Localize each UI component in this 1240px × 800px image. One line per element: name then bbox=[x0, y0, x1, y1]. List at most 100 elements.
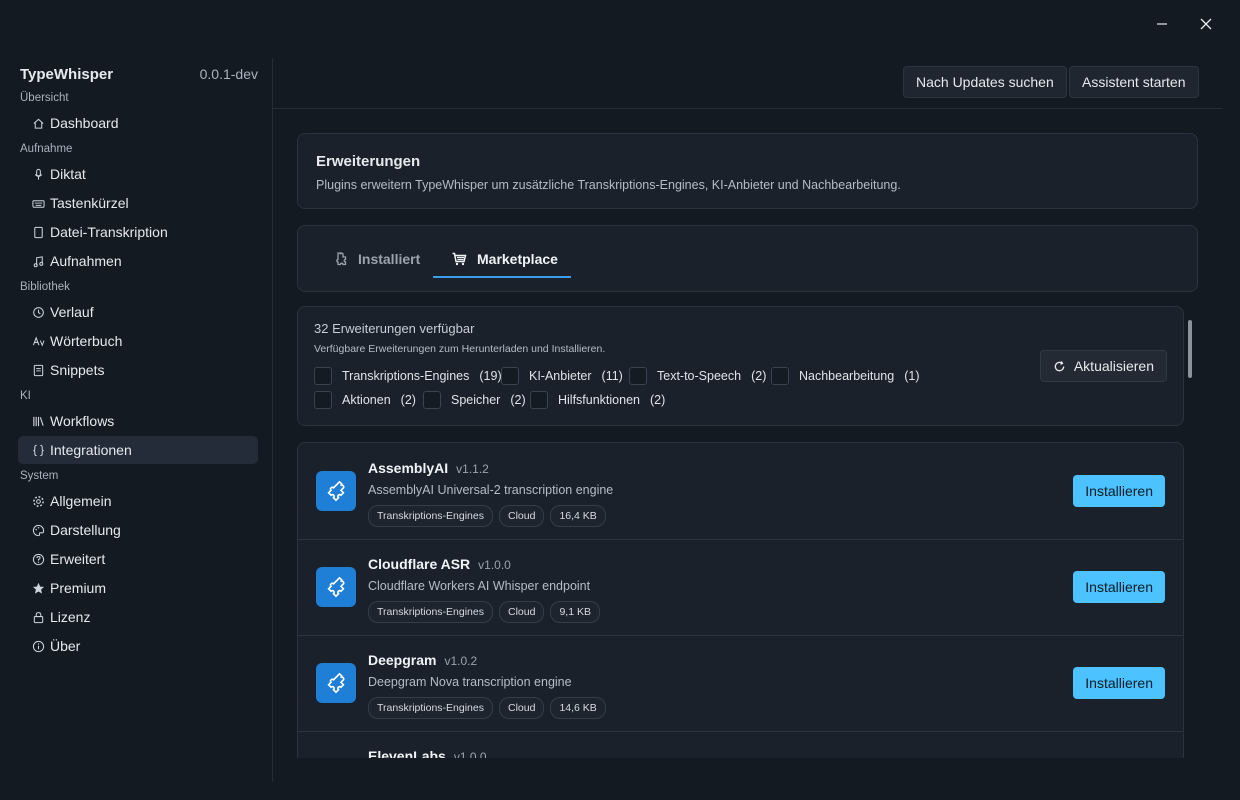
window-controls bbox=[1142, 10, 1226, 38]
plugin-name-text: ElevenLabs bbox=[368, 748, 446, 758]
sidebar-item-appearance[interactable]: Darstellung bbox=[18, 516, 258, 544]
help-circle-icon bbox=[28, 553, 48, 566]
checkbox[interactable] bbox=[314, 391, 332, 409]
tag-badge: 16,4 KB bbox=[550, 505, 606, 527]
keyboard-icon bbox=[28, 197, 48, 210]
sidebar-item-workflows[interactable]: Workflows bbox=[18, 407, 258, 435]
sidebar-item-label: Erweitert bbox=[50, 551, 106, 567]
sidebar-item-history[interactable]: Verlauf bbox=[18, 298, 258, 326]
sidebar-item-file-transcription[interactable]: Datei-Transkription bbox=[18, 218, 258, 246]
sidebar-item-label: Datei-Transkription bbox=[50, 224, 168, 240]
tab-label: Installiert bbox=[358, 251, 421, 267]
sidebar-item-label: Aufnahmen bbox=[50, 253, 122, 269]
tab-installed[interactable]: Installiert bbox=[332, 233, 420, 285]
app-version: 0.0.1-dev bbox=[199, 66, 258, 82]
sidebar-item-recordings[interactable]: Aufnahmen bbox=[18, 247, 258, 275]
sidebar-item-premium[interactable]: Premium bbox=[18, 574, 258, 602]
palette-icon bbox=[28, 524, 48, 537]
sidebar: TypeWhisper 0.0.1-dev Übersicht Dashboar… bbox=[0, 58, 273, 782]
filter-count: (2) bbox=[510, 393, 526, 407]
sidebar-item-snippets[interactable]: Snippets bbox=[18, 356, 258, 384]
plugin-tags: Transkriptions-Engines Cloud 14,6 KB bbox=[368, 697, 606, 719]
top-bar: Nach Updates suchen Assistent starten bbox=[273, 58, 1222, 109]
filter-count: (2) bbox=[650, 393, 666, 407]
tag-badge: 9,1 KB bbox=[550, 601, 600, 623]
plugin-name: ElevenLabs v1.0.0 bbox=[368, 748, 487, 758]
filter-utilities[interactable]: Hilfsfunktionen (2) bbox=[530, 391, 665, 409]
filter-label: Transkriptions-Engines bbox=[342, 369, 470, 383]
filter-text-to-speech[interactable]: Text-to-Speech (2) bbox=[629, 367, 766, 385]
start-assistant-button[interactable]: Assistent starten bbox=[1069, 66, 1199, 98]
tag-badge: Cloud bbox=[499, 601, 545, 623]
checkbox[interactable] bbox=[530, 391, 548, 409]
plugin-name: AssemblyAI v1.1.2 bbox=[368, 460, 489, 476]
checkbox[interactable] bbox=[501, 367, 519, 385]
sidebar-item-label: Diktat bbox=[50, 166, 86, 182]
filter-label: Hilfsfunktionen bbox=[558, 393, 640, 407]
plugin-version: v1.0.0 bbox=[478, 558, 511, 572]
checkbox[interactable] bbox=[629, 367, 647, 385]
plugin-name: Cloudflare ASR v1.0.0 bbox=[368, 556, 511, 572]
sidebar-item-label: Über bbox=[50, 638, 81, 654]
sidebar-item-label: Integrationen bbox=[50, 442, 132, 458]
sidebar-item-label: Darstellung bbox=[50, 522, 121, 538]
sidebar-item-label: Premium bbox=[50, 580, 107, 596]
checkbox[interactable] bbox=[771, 367, 789, 385]
filter-ai-providers[interactable]: KI-Anbieter (11) bbox=[501, 367, 623, 385]
sidebar-item-license[interactable]: Lizenz bbox=[18, 603, 258, 631]
cart-icon bbox=[452, 252, 467, 266]
tag-badge: Transkriptions-Engines bbox=[368, 505, 493, 527]
filter-actions[interactable]: Aktionen (2) bbox=[314, 391, 416, 409]
minimize-button[interactable] bbox=[1142, 10, 1182, 38]
list-item: Cloudflare ASR v1.0.0 Cloudflare Workers … bbox=[298, 539, 1183, 636]
checkbox[interactable] bbox=[314, 367, 332, 385]
list-item: Deepgram v1.0.2 Deepgram Nova transcripti… bbox=[298, 635, 1183, 732]
sidebar-item-advanced[interactable]: Erweitert bbox=[18, 545, 258, 573]
sidebar-item-dictation[interactable]: Diktat bbox=[18, 160, 258, 188]
filter-storage[interactable]: Speicher (2) bbox=[423, 391, 526, 409]
nav-group-ai: KI bbox=[20, 390, 31, 402]
sidebar-item-general[interactable]: Allgemein bbox=[18, 487, 258, 515]
filter-card: 32 Erweiterungen verfügbar Verfügbare Er… bbox=[297, 306, 1184, 426]
sidebar-item-shortcuts[interactable]: Tastenkürzel bbox=[18, 189, 258, 217]
checkbox[interactable] bbox=[423, 391, 441, 409]
install-button[interactable]: Installieren bbox=[1073, 475, 1165, 507]
sidebar-item-integrations[interactable]: Integrationen bbox=[18, 436, 258, 464]
plugin-list: AssemblyAI v1.1.2 AssemblyAI Universal-2 … bbox=[297, 442, 1184, 758]
plugin-version: v1.1.2 bbox=[456, 462, 489, 476]
minimize-icon bbox=[1157, 23, 1167, 25]
tab-label: Marketplace bbox=[477, 251, 558, 267]
tag-badge: Cloud bbox=[499, 505, 545, 527]
sidebar-item-label: Verlauf bbox=[50, 304, 94, 320]
plugin-description: AssemblyAI Universal-2 transcription eng… bbox=[368, 483, 614, 497]
dictionary-icon bbox=[28, 335, 48, 348]
filter-post-processing[interactable]: Nachbearbeitung (1) bbox=[771, 367, 920, 385]
filter-label: Speicher bbox=[451, 393, 501, 407]
sidebar-item-dashboard[interactable]: Dashboard bbox=[18, 109, 258, 137]
workflow-icon bbox=[28, 415, 48, 428]
list-item: ElevenLabs v1.0.0 bbox=[298, 731, 1183, 758]
scrollbar-thumb[interactable] bbox=[1188, 320, 1192, 378]
puzzle-icon bbox=[316, 471, 356, 511]
refresh-button[interactable]: Aktualisieren bbox=[1039, 350, 1167, 382]
puzzle-icon bbox=[316, 567, 356, 607]
tag-badge: Cloud bbox=[499, 697, 545, 719]
check-updates-button[interactable]: Nach Updates suchen bbox=[903, 66, 1067, 98]
plugin-name-text: AssemblyAI bbox=[368, 460, 449, 476]
sidebar-item-label: Snippets bbox=[50, 362, 105, 378]
filter-label: Aktionen bbox=[342, 393, 391, 407]
install-button[interactable]: Installieren bbox=[1073, 571, 1165, 603]
refresh-icon bbox=[1054, 360, 1065, 371]
plugin-description: Cloudflare Workers AI Whisper endpoint bbox=[368, 579, 591, 593]
page-subtitle: Plugins erweitern TypeWhisper um zusätzl… bbox=[316, 178, 901, 192]
install-button[interactable]: Installieren bbox=[1073, 667, 1165, 699]
close-button[interactable] bbox=[1186, 10, 1226, 38]
sidebar-item-dictionary[interactable]: Wörterbuch bbox=[18, 327, 258, 355]
tabs-card: Installiert Marketplace bbox=[297, 225, 1198, 292]
filter-transcription-engines[interactable]: Transkriptions-Engines (19) bbox=[314, 367, 502, 385]
filter-count: (11) bbox=[601, 369, 623, 383]
plugin-version: v1.0.2 bbox=[444, 654, 478, 668]
filter-label: Text-to-Speech bbox=[657, 369, 742, 383]
sidebar-item-about[interactable]: Über bbox=[18, 632, 258, 660]
filter-label: KI-Anbieter bbox=[529, 369, 592, 383]
